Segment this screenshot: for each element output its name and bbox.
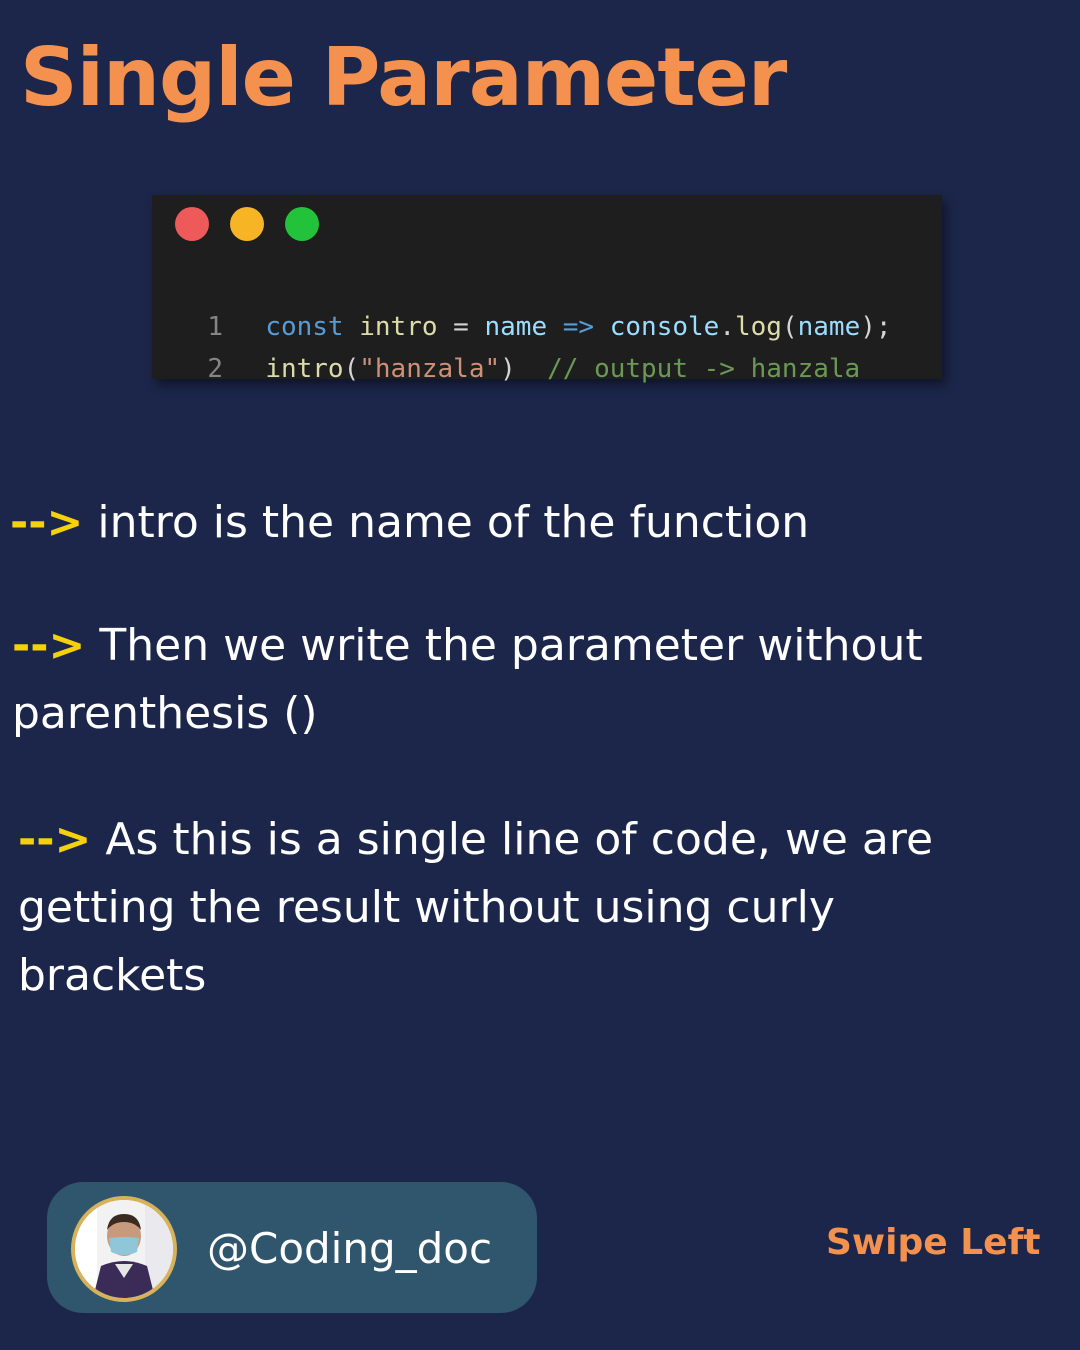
code-token: "hanzala" <box>359 354 501 384</box>
point-item: --> As this is a single line of code, we… <box>18 806 1008 1010</box>
point-text: Then we write the parameter without pare… <box>12 620 923 739</box>
point-text: As this is a single line of code, we are… <box>18 814 934 1001</box>
arrow-icon: --> <box>18 814 92 865</box>
line-number: 2 <box>207 354 223 384</box>
person-icon <box>75 1200 173 1298</box>
code-token: ( <box>343 354 360 384</box>
point-text: intro is the name of the function <box>83 497 810 548</box>
code-line: 2 intro("hanzala") // output -> hanzala <box>176 318 860 386</box>
minimize-dot-icon <box>230 207 264 241</box>
handle-text[interactable]: @Coding_doc <box>207 1222 492 1276</box>
code-token: // output -> hanzala <box>547 354 861 384</box>
avatar <box>71 1196 177 1302</box>
code-token: ) <box>500 354 548 384</box>
code-token: ); <box>860 312 892 342</box>
arrow-icon: --> <box>10 497 84 548</box>
code-token: intro <box>265 354 344 384</box>
point-item: --> intro is the name of the function <box>10 489 1050 557</box>
point-item: --> Then we write the parameter without … <box>12 612 1012 748</box>
arrow-icon: --> <box>12 620 86 671</box>
page-title: Single Parameter <box>20 31 787 124</box>
swipe-left-label: Swipe Left <box>826 1222 1041 1263</box>
close-dot-icon <box>175 207 209 241</box>
maximize-dot-icon <box>285 207 319 241</box>
code-tokens: intro("hanzala") // output -> hanzala <box>265 354 860 384</box>
